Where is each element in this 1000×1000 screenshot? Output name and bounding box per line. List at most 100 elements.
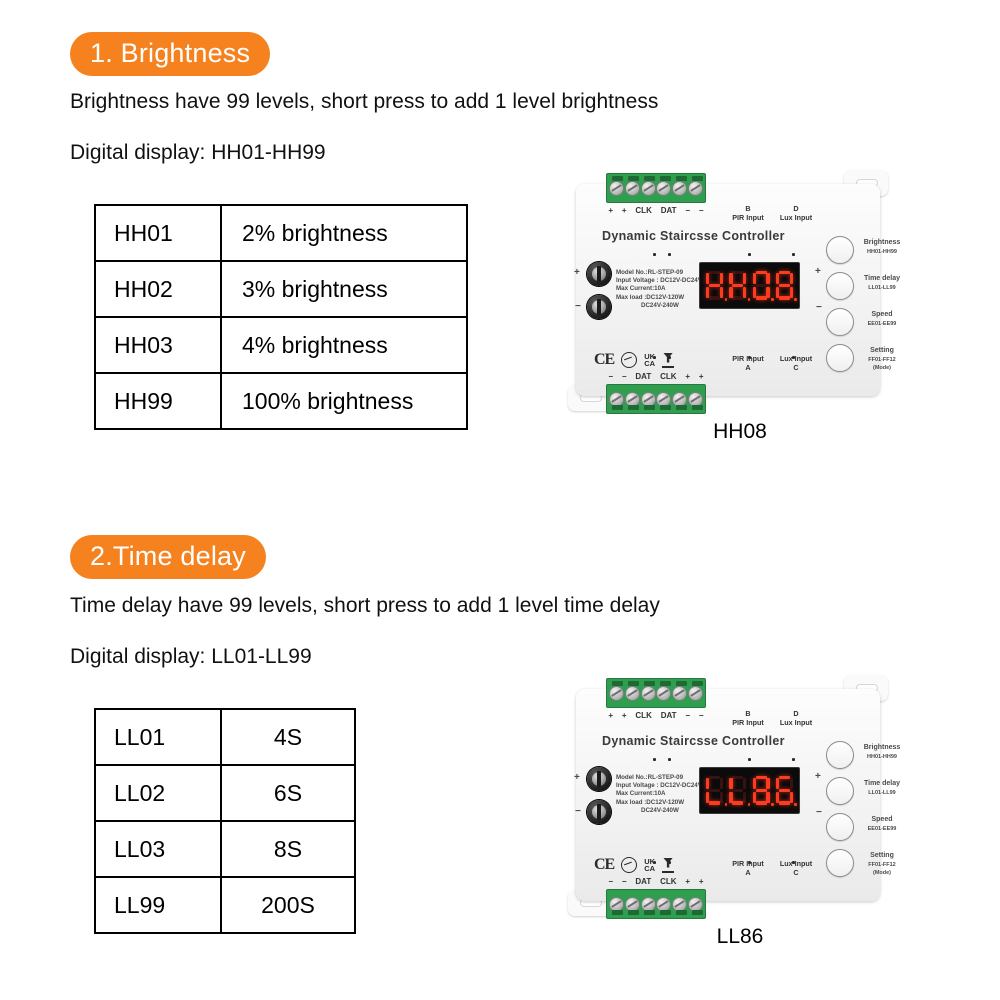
controller-device-1: + + CLK DAT − − − − DAT CLK + + Dynamic Staircsse Co… [568, 162, 900, 417]
pin-label: DAT [660, 711, 677, 720]
button-label-setting: Setting FF01-FF12 (Mode) [868, 852, 896, 876]
cell-value: 100% brightness [220, 372, 468, 430]
cell-code: LL99 [94, 876, 222, 934]
pin-label: + [621, 711, 627, 720]
button-label-speed: Speed EE01-EE99 [867, 311, 897, 327]
button-label-setting: Setting FF01-FF12 (Mode) [868, 347, 896, 371]
screw-dot [748, 758, 751, 761]
time-delay-description: Time delay have 99 levels, short press t… [70, 594, 660, 617]
device-caption-1: HH08 [713, 420, 767, 443]
led-digit [729, 775, 751, 806]
screw-dot [668, 758, 671, 761]
pin-label: + [608, 711, 614, 720]
button-speed[interactable] [826, 308, 854, 336]
device-model-info: Model No.:RL-STEP-09 Input Voltage : DC12… [616, 774, 702, 815]
power-terminal-negative[interactable] [587, 295, 611, 319]
brightness-digital-display: Digital display: HH01-HH99 [70, 141, 326, 164]
power-terminal-negative[interactable] [587, 800, 611, 824]
pin-label: CLK [635, 206, 652, 215]
ce-mark-icon: CE [594, 351, 615, 368]
table-row: HH02 3% brightness [94, 260, 468, 318]
screw-dot [748, 253, 751, 256]
brightness-description: Brightness have 99 levels, short press t… [70, 90, 659, 113]
pin-labels-bottom: − − DAT CLK + + [604, 877, 708, 886]
button-speed[interactable] [826, 813, 854, 841]
table-row: LL02 6S [94, 764, 356, 822]
pin-label: + [621, 206, 627, 215]
pin-label: + [685, 372, 691, 381]
ce-mark-icon: CE [594, 856, 615, 873]
screw-dot [748, 861, 751, 864]
cell-code: LL03 [94, 820, 222, 878]
button-setting[interactable] [826, 344, 854, 372]
screw-dot [792, 253, 795, 256]
button-brightness[interactable] [826, 236, 854, 264]
pin-label: CLK [660, 372, 677, 381]
badge-brightness-label: 1. Brightness [70, 32, 271, 76]
pin-label: − [621, 372, 627, 381]
pin-label: − [698, 711, 704, 720]
screw-dot [792, 861, 795, 864]
model-line: Max load :DC12V-120W [616, 798, 685, 806]
led-digit [729, 270, 751, 301]
device-model-info: Model No.:RL-STEP-09 Input Voltage : DC12… [616, 269, 702, 310]
cell-value: 2% brightness [220, 204, 468, 262]
led-digit [706, 270, 728, 301]
pin-label: DAT [635, 877, 652, 886]
button-time-delay[interactable] [826, 272, 854, 300]
button-setting[interactable] [826, 849, 854, 877]
device-title: Dynamic Staircsse Controller [602, 229, 785, 243]
button-brightness[interactable] [826, 741, 854, 769]
terminal-block-bottom[interactable] [606, 889, 706, 919]
plus-label: + [574, 772, 580, 783]
model-line: Input Voltage : DC12V-DC24V [616, 277, 702, 285]
pin-label: − [608, 372, 614, 381]
terminal-block-bottom[interactable] [606, 384, 706, 414]
pin-label: − [621, 877, 627, 886]
table-row: LL01 4S [94, 708, 356, 766]
led-digit [775, 775, 797, 806]
badge-time-delay: 2.Time delay [70, 535, 266, 579]
model-line: Input Voltage : DC12V-DC24V [616, 782, 702, 790]
cell-code: HH02 [94, 260, 222, 318]
cell-value: 6S [220, 764, 356, 822]
pin-label: − [685, 711, 691, 720]
cell-code: HH99 [94, 372, 222, 430]
pin-label: DAT [635, 372, 652, 381]
minus-label: − [575, 301, 581, 312]
model-line: Model No.:RL-STEP-09 [616, 774, 684, 781]
pin-label: − [698, 206, 704, 215]
certification-marks: CE UK CA [594, 351, 675, 369]
device-title: Dynamic Staircsse Controller [602, 734, 785, 748]
model-line: Max Current:10A [616, 790, 666, 798]
cell-code: HH01 [94, 204, 222, 262]
pin-label: + [698, 877, 704, 886]
screw-dot [653, 253, 656, 256]
io-label-c-lux: Lux Input C [779, 859, 813, 877]
led-digit [706, 775, 728, 806]
weee-bin-icon [662, 858, 675, 873]
cell-value: 3% brightness [220, 260, 468, 318]
controller-device-2: + + CLK DAT − − − − DAT CLK + + Dynamic Staircsse Co… [568, 667, 900, 922]
terminal-block-top[interactable] [606, 173, 706, 203]
badge-time-delay-label: 2.Time delay [70, 535, 266, 579]
cell-code: LL01 [94, 708, 222, 766]
power-terminal-positive[interactable] [587, 262, 611, 286]
button-label-time-delay: Time delay LL01-LL99 [863, 275, 901, 291]
ukca-mark-icon: UK CA [644, 351, 656, 368]
cell-value: 4% brightness [220, 316, 468, 374]
table-row: HH99 100% brightness [94, 372, 468, 430]
terminal-block-top[interactable] [606, 678, 706, 708]
model-line: Max Current:10A [616, 285, 666, 293]
brightness-table: HH01 2% brightness HH02 3% brightness HH… [94, 204, 468, 430]
time-delay-digital-display: Digital display: LL01-LL99 [70, 645, 312, 668]
table-row: HH03 4% brightness [94, 316, 468, 374]
button-time-delay[interactable] [826, 777, 854, 805]
badge-brightness: 1. Brightness [70, 32, 271, 76]
plus-label: + [574, 267, 580, 278]
power-terminal-positive[interactable] [587, 767, 611, 791]
certification-marks: CE UK CA [594, 856, 675, 874]
screw-dot [748, 356, 751, 359]
minus-label: − [816, 302, 822, 313]
io-label-d-lux: D Lux Input [779, 204, 813, 222]
